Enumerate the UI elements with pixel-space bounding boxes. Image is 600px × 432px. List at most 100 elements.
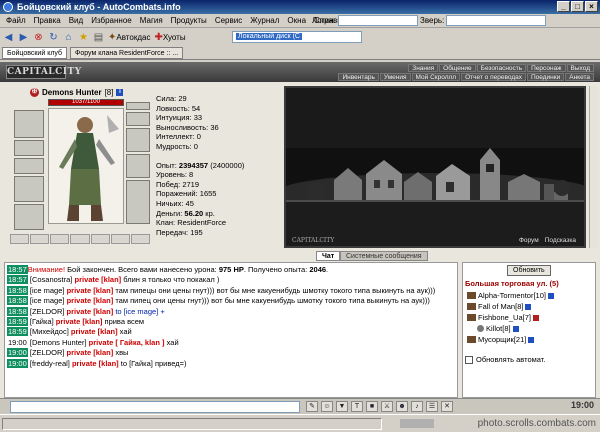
exit-icon[interactable]: ✕ (441, 401, 453, 412)
skill-slot[interactable] (50, 234, 70, 244)
tab-combats[interactable]: Бойцовский клуб (2, 46, 68, 59)
nav-skills[interactable]: Умения (379, 73, 411, 81)
chat-timestamp[interactable]: 18:58 (7, 296, 28, 306)
tab-chat[interactable]: Чат (316, 251, 341, 261)
filter-icon[interactable]: ▼ (336, 401, 348, 412)
heal-button[interactable]: ✚ Хуоты (153, 31, 186, 44)
chat-log-icon[interactable]: ☰ (426, 401, 438, 412)
nav-inventory[interactable]: Инвентарь (338, 73, 379, 81)
belt-slot[interactable] (126, 154, 150, 178)
menu-file[interactable]: Файл (2, 16, 30, 25)
login-combo[interactable] (337, 15, 418, 26)
armor-slot[interactable] (14, 204, 44, 230)
eraser-icon[interactable]: ✎ (306, 401, 318, 412)
chat-text[interactable]: private [klan] (67, 286, 114, 295)
chat-text[interactable]: private [klan] (74, 275, 121, 284)
earring-slot[interactable] (14, 158, 44, 174)
address-field[interactable]: Локальный диск (C (232, 31, 362, 43)
chat-timestamp[interactable]: 18:59 (7, 317, 28, 327)
amulet-slot[interactable] (14, 140, 44, 156)
list-item[interactable]: Fall of Man [8] (467, 301, 554, 312)
tab-system-messages[interactable]: Системные сообщения (340, 251, 428, 261)
print-button[interactable]: ▤ (92, 31, 105, 44)
city-scene[interactable]: CAPITALCITY Форум Подсказка (284, 86, 586, 248)
menu-service[interactable]: Сервис (211, 16, 246, 25)
person-icon[interactable]: ☻ (396, 401, 408, 412)
nav-communication[interactable]: Общение (439, 64, 476, 72)
maximize-button[interactable]: □ (571, 1, 584, 12)
hint-link[interactable]: Подсказка (545, 237, 576, 244)
refresh-button[interactable]: ↻ (47, 31, 60, 44)
menu-favorites[interactable]: Избранное (87, 16, 136, 25)
skill-slot[interactable] (10, 234, 30, 244)
refresh-button[interactable]: Обновить (507, 265, 551, 276)
chat-timestamp[interactable]: 18:59 (7, 327, 28, 337)
auto-update-row[interactable]: Обновлять автомат. (465, 355, 545, 364)
menu-edit[interactable]: Правка (30, 16, 65, 25)
skill-slot[interactable] (130, 234, 150, 244)
chat-timestamp[interactable]: 18:57 (7, 265, 28, 274)
chat-text[interactable]: private [ Гайка, klan ] (89, 338, 165, 347)
chat-timestamp[interactable]: 19:00 (7, 338, 28, 347)
chat-text[interactable]: private [klan] (67, 348, 114, 357)
nav-duels[interactable]: Поединки (526, 73, 565, 81)
list-item[interactable]: Мусорщик [21] (467, 334, 554, 345)
info-icon[interactable] (512, 325, 519, 332)
menu-view[interactable]: Вид (65, 16, 87, 25)
nav-profile[interactable]: Анкета (565, 73, 594, 81)
skill-slot[interactable] (90, 234, 110, 244)
list-item[interactable]: Killot [8] (467, 323, 554, 334)
nav-exit[interactable]: Выход (566, 64, 594, 72)
menu-magic[interactable]: Магия (136, 16, 167, 25)
nav-knowledge[interactable]: Знания (408, 64, 439, 72)
nav-my-scroll[interactable]: Мой Скроллл (411, 73, 461, 81)
chat-text[interactable]: private [klan] (72, 359, 119, 368)
chat-timestamp[interactable]: 19:00 (7, 348, 28, 358)
info-icon[interactable]: i (116, 89, 124, 96)
gloves-slot[interactable] (126, 102, 150, 110)
chat-text[interactable]: private [klan] (71, 327, 118, 336)
page-scrollbar[interactable] (589, 86, 597, 248)
forward-button[interactable]: ▶ (17, 31, 30, 44)
nav-transfer-report[interactable]: Отчет о переводах (461, 73, 526, 81)
chat-text[interactable]: private [klan] (67, 307, 114, 316)
boots-slot[interactable] (126, 180, 150, 224)
translit-icon[interactable]: T (351, 401, 363, 412)
auto-update-checkbox[interactable] (465, 355, 473, 364)
autocast-button[interactable]: ✦ Автокдас (107, 31, 151, 44)
nav-security[interactable]: Безопасность (476, 64, 527, 72)
chat-input[interactable] (10, 401, 300, 413)
info-icon[interactable] (532, 314, 539, 321)
chat-text[interactable]: private [klan] (56, 317, 103, 326)
nav-character[interactable]: Персонаж (527, 64, 566, 72)
list-item[interactable]: Alpha-Tormentor [10] (467, 290, 554, 301)
info-icon[interactable] (528, 336, 535, 343)
forum-link[interactable]: Форум (519, 237, 539, 244)
helmet-slot[interactable] (14, 110, 44, 138)
list-item[interactable]: Fishbone_Ua [7] (467, 312, 554, 323)
menu-windows[interactable]: Окна (283, 16, 310, 25)
info-icon[interactable] (547, 292, 554, 299)
ring-slots[interactable] (126, 112, 150, 126)
favorites-button[interactable]: ★ (77, 31, 90, 44)
chat-log[interactable]: 18:57Внимание! Бой закончен. Всего вами … (4, 262, 458, 398)
chat-timestamp[interactable]: 18:58 (7, 306, 28, 316)
fight-icon[interactable]: ⚔ (381, 401, 393, 412)
skill-slot[interactable] (30, 234, 50, 244)
menu-journal[interactable]: Журнал (246, 16, 283, 25)
smile-icon[interactable]: ☺ (321, 401, 333, 412)
info-icon[interactable] (525, 303, 532, 310)
close-button[interactable]: × (585, 1, 598, 12)
tab-forum[interactable]: Форум клана ResidentForce :: ... (70, 46, 184, 59)
chat-text[interactable]: private [klan] (67, 296, 114, 305)
minimize-button[interactable]: _ (557, 1, 570, 12)
weapon-slot[interactable] (14, 176, 44, 202)
chat-timestamp[interactable]: 18:57 (7, 275, 28, 285)
shield-slot[interactable] (126, 128, 150, 152)
chat-timestamp[interactable]: 18:58 (7, 285, 28, 295)
skill-slot[interactable] (70, 234, 90, 244)
skill-slot[interactable] (110, 234, 130, 244)
stop-button[interactable]: ⊗ (32, 31, 45, 44)
home-button[interactable]: ⌂ (62, 31, 75, 44)
beast-combo[interactable] (446, 15, 547, 26)
